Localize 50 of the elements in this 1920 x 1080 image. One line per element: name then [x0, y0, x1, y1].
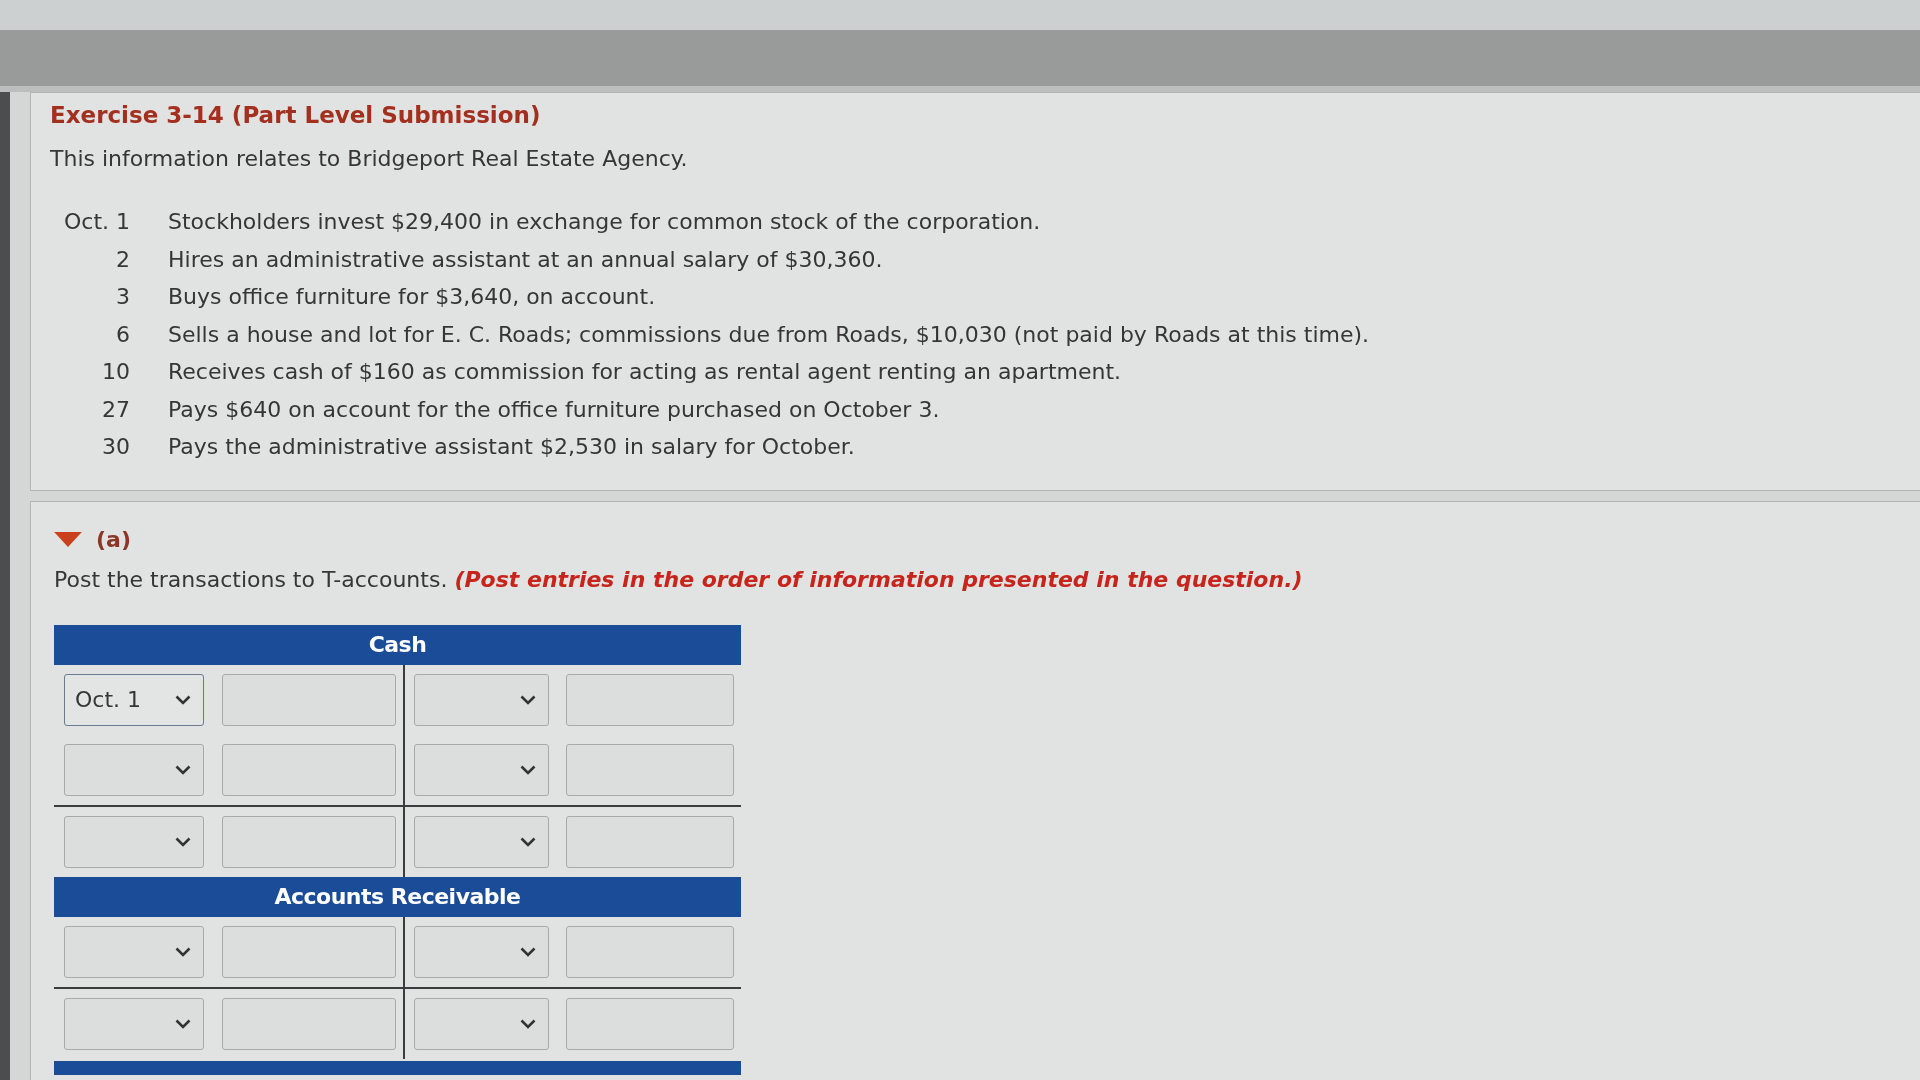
amount-field[interactable]: [566, 673, 734, 726]
transaction-text: Hires an administrative assistant at an annual salary of $30,360.: [168, 246, 883, 272]
amount-field[interactable]: [566, 743, 734, 796]
date-select[interactable]: [414, 673, 549, 726]
chevron-down-icon: [175, 836, 191, 847]
intro-text: This information relates to Bridgeport Real Estate Agency.: [50, 145, 688, 173]
transaction-text: Sells a house and lot for E. C. Roads; commissions due from Roads, $10,030 (not paid by Roads at this time).: [168, 321, 1370, 347]
date-select[interactable]: [64, 997, 204, 1050]
transaction-date: 27: [101, 396, 130, 422]
account-title: Cash: [54, 624, 741, 665]
transaction-text: Pays the administrative assistant $2,530 in salary for October.: [168, 434, 855, 460]
exercise-title: Exercise 3-14 (Part Level Submission): [50, 101, 541, 129]
chevron-down-icon: [520, 764, 536, 775]
amount-field[interactable]: [222, 743, 396, 796]
date-select[interactable]: [64, 743, 204, 796]
transaction-date: Oct. 1: [62, 209, 130, 235]
chevron-down-icon: [175, 1018, 191, 1029]
date-select[interactable]: [64, 815, 204, 868]
amount-field[interactable]: [222, 925, 396, 978]
amount-field[interactable]: [222, 815, 396, 868]
chevron-down-icon: [520, 836, 536, 847]
transaction-date: 10: [101, 359, 130, 385]
transaction-text: Receives cash of $160 as commission for acting as rental agent renting an apartment.: [168, 359, 1122, 385]
transaction-date: 3: [115, 284, 130, 310]
chevron-down-icon: [175, 764, 191, 775]
transaction-text: Pays $640 on account for the office furniture purchased on October 3.: [168, 396, 940, 422]
amount-field[interactable]: [566, 815, 734, 868]
transaction-date: 30: [101, 434, 130, 460]
account-title: Accounts Receivable: [54, 876, 741, 917]
amount-field[interactable]: [566, 925, 734, 978]
date-select[interactable]: [414, 743, 549, 796]
amount-field[interactable]: [566, 997, 734, 1050]
chevron-down-icon: [175, 694, 191, 705]
date-select[interactable]: [64, 925, 204, 978]
amount-field[interactable]: [222, 997, 396, 1050]
transaction-text: Stockholders invest $29,400 in exchange for common stock of the corporation.: [168, 209, 1041, 235]
transaction-date: 6: [115, 321, 130, 347]
date-select[interactable]: [414, 815, 549, 868]
chevron-down-icon: [520, 946, 536, 957]
transaction-text: Buys office furniture for $3,640, on account.: [168, 284, 656, 310]
part-toggle[interactable]: (a): [54, 525, 131, 554]
instruction-text: Post the transactions to T-accounts. (Post entries in the order of information presented in the question.): [54, 565, 1303, 594]
transaction-date: 2: [115, 246, 130, 272]
date-select[interactable]: Oct. 1: [64, 673, 204, 726]
chevron-down-icon: [520, 1018, 536, 1029]
chevron-down-icon: [520, 694, 536, 705]
amount-field[interactable]: [222, 673, 396, 726]
date-select[interactable]: [414, 997, 549, 1050]
chevron-down-icon: [175, 946, 191, 957]
date-select[interactable]: [414, 925, 549, 978]
